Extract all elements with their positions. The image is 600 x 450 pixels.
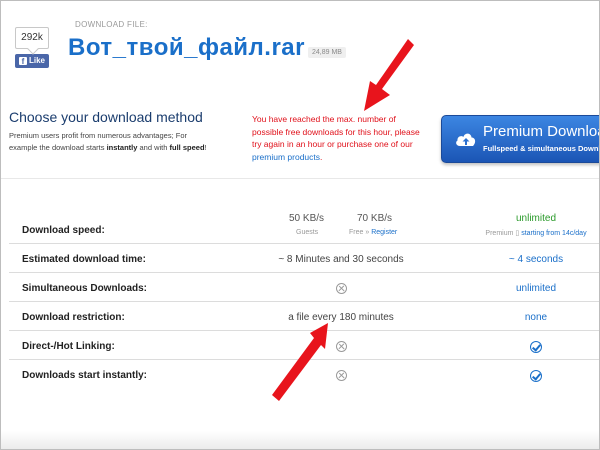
premium-button-title: Premium Download bbox=[483, 123, 599, 140]
red-arrow-top-icon bbox=[364, 39, 414, 111]
row-label: Simultaneous Downloads: bbox=[22, 283, 148, 294]
row-label: Download speed: bbox=[22, 225, 105, 236]
free-label: Free » Register bbox=[349, 229, 398, 236]
premium-price: Premium ▯ starting from 14c/day bbox=[485, 230, 587, 237]
premium-button-subtitle: Fullspeed & simultaneous Downloads bbox=[483, 144, 599, 153]
check-circle-icon bbox=[530, 341, 542, 353]
file-name: Вот_твой_файл.rar bbox=[68, 34, 305, 61]
row-label: Download restriction: bbox=[22, 312, 125, 323]
red-arrow-bottom-icon bbox=[272, 323, 328, 401]
cross-circle-icon bbox=[335, 283, 347, 294]
file-size-badge: 24,89 MB bbox=[308, 47, 346, 58]
cross-circle-icon bbox=[335, 370, 347, 381]
row-label: Estimated download time: bbox=[22, 254, 146, 265]
premium-speed: unlimited bbox=[515, 213, 557, 224]
premium-value: unlimited bbox=[515, 283, 557, 294]
premium-value: ~ 4 seconds bbox=[508, 254, 564, 265]
choose-method-title: Choose your download method bbox=[9, 109, 203, 125]
choose-method-description: Premium users profit from numerous advan… bbox=[9, 131, 207, 152]
info-icon: ▯ bbox=[515, 230, 520, 237]
limit-reached-message: You have reached the max. number of poss… bbox=[252, 114, 420, 162]
like-button[interactable]: f Like bbox=[15, 54, 49, 68]
guest-label: Guests bbox=[296, 229, 319, 236]
premium-value: none bbox=[524, 312, 548, 323]
download-file-label: DOWNLOAD FILE: bbox=[75, 20, 148, 29]
table-row-time: Estimated download time: ~ 8 Minutes and… bbox=[9, 244, 599, 273]
premium-products-link[interactable]: premium products bbox=[252, 152, 320, 162]
row-label: Downloads start instantly: bbox=[22, 370, 148, 381]
table-row-speed: Download speed: 50 KB/s Guests 70 KB/s F… bbox=[9, 206, 599, 244]
free-speed: 70 KB/s bbox=[357, 213, 393, 224]
table-row-simultaneous: Simultaneous Downloads: unlimited bbox=[9, 273, 599, 302]
check-circle-icon bbox=[530, 370, 542, 382]
divider bbox=[1, 178, 599, 179]
premium-download-button[interactable]: Premium Download Fullspeed & simultaneou… bbox=[441, 115, 599, 163]
row-label: Direct-/Hot Linking: bbox=[22, 341, 115, 352]
register-link[interactable]: Register bbox=[371, 229, 397, 236]
like-count: 292k bbox=[15, 27, 49, 49]
premium-price-link[interactable]: starting from 14c/day bbox=[521, 230, 586, 237]
free-value: ~ 8 Minutes and 30 seconds bbox=[278, 254, 404, 265]
page: 292k f Like DOWNLOAD FILE: Вот_твой_файл… bbox=[0, 0, 600, 450]
facebook-like-widget[interactable]: 292k f Like bbox=[15, 27, 49, 68]
cross-circle-icon bbox=[335, 341, 347, 352]
cloud-upload-icon bbox=[456, 133, 476, 146]
guest-speed: 50 KB/s bbox=[289, 213, 325, 224]
like-label: Like bbox=[28, 56, 45, 65]
bottom-shadow bbox=[1, 431, 599, 449]
facebook-icon: f bbox=[18, 57, 27, 66]
